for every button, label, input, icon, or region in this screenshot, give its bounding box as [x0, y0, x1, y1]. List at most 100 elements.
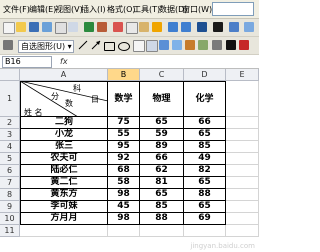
cell-chemistry[interactable]: 66	[184, 117, 226, 129]
cell-physics[interactable]: 59	[140, 129, 184, 141]
help-search-box[interactable]	[212, 2, 254, 16]
cell-physics[interactable]: 89	[140, 141, 184, 153]
menu-file[interactable]: 文件(F)	[3, 4, 30, 15]
menu-format[interactable]: 格式(O)	[107, 4, 136, 15]
cell-math[interactable]: 98	[108, 189, 140, 201]
cell-chemistry[interactable]: 65	[184, 129, 226, 141]
cell-chemistry[interactable]: 49	[184, 153, 226, 165]
draw-icon[interactable]	[3, 40, 13, 50]
format-painter-icon[interactable]	[152, 22, 162, 32]
cell-math[interactable]: 92	[108, 153, 140, 165]
column-header-c[interactable]: C	[140, 69, 184, 81]
cell-math[interactable]: 98	[108, 213, 140, 225]
cell-math[interactable]: 58	[108, 177, 140, 189]
cell-empty[interactable]	[226, 141, 259, 153]
header-math[interactable]: 数学	[108, 81, 140, 117]
row-header-3[interactable]: 3	[0, 129, 20, 141]
cell-name[interactable]: 黄二仁	[20, 177, 108, 189]
menu-edit[interactable]: 编辑(E)	[29, 4, 56, 15]
rectangle-icon[interactable]	[104, 42, 115, 51]
autosum-icon[interactable]	[213, 22, 223, 32]
wordart-icon[interactable]	[159, 40, 169, 50]
cell-name[interactable]: 农夫可	[20, 153, 108, 165]
line-color-icon[interactable]	[226, 40, 236, 50]
cell-empty[interactable]	[226, 201, 259, 213]
cell-c11[interactable]	[140, 225, 184, 237]
cell-chemistry[interactable]: 88	[184, 189, 226, 201]
cell-b11[interactable]	[108, 225, 140, 237]
cell-empty[interactable]	[226, 213, 259, 225]
cell-chemistry[interactable]: 69	[184, 213, 226, 225]
row-header-1[interactable]: 1	[0, 81, 20, 117]
spelling-icon[interactable]	[84, 22, 94, 32]
menu-window[interactable]: 窗口(W)	[182, 4, 212, 15]
cell-a11[interactable]	[20, 225, 108, 237]
cell-e1[interactable]	[226, 81, 259, 117]
cell-physics[interactable]: 62	[140, 165, 184, 177]
chart-wizard-icon[interactable]	[244, 22, 254, 32]
paste-icon[interactable]	[139, 22, 149, 32]
cut-icon[interactable]	[113, 22, 123, 32]
cell-name[interactable]: 二狗	[20, 117, 108, 129]
row-header-2[interactable]: 2	[0, 117, 20, 129]
cell-chemistry[interactable]: 65	[184, 177, 226, 189]
cell-empty[interactable]	[226, 189, 259, 201]
cell-physics[interactable]: 65	[140, 189, 184, 201]
cell-physics[interactable]: 65	[140, 117, 184, 129]
fill-color-icon[interactable]	[212, 40, 222, 50]
cell-empty[interactable]	[226, 153, 259, 165]
cell-math[interactable]: 95	[108, 141, 140, 153]
column-header-b[interactable]: B	[108, 69, 140, 81]
line-icon[interactable]	[78, 40, 88, 50]
cell-physics[interactable]: 66	[140, 153, 184, 165]
row-header-4[interactable]: 4	[0, 141, 20, 153]
cell-physics[interactable]: 85	[140, 201, 184, 213]
cell-physics[interactable]: 88	[140, 213, 184, 225]
cell-name[interactable]: 张三	[20, 141, 108, 153]
cell-chemistry[interactable]: 65	[184, 201, 226, 213]
cell-empty[interactable]	[226, 165, 259, 177]
cell-math[interactable]: 55	[108, 129, 140, 141]
cell-chemistry[interactable]: 85	[184, 141, 226, 153]
redo-icon[interactable]	[181, 22, 191, 32]
cell-name[interactable]: 黄东方	[20, 189, 108, 201]
print-icon[interactable]	[55, 22, 67, 34]
header-physics[interactable]: 物理	[140, 81, 184, 117]
arrow-icon[interactable]	[91, 40, 101, 50]
function-icon[interactable]: fx	[60, 56, 68, 67]
cell-math[interactable]: 68	[108, 165, 140, 177]
new-icon[interactable]	[3, 22, 15, 34]
menu-tools[interactable]: 工具(T)	[133, 4, 160, 15]
cell-empty[interactable]	[226, 129, 259, 141]
row-header-7[interactable]: 7	[0, 177, 20, 189]
picture-icon[interactable]	[198, 40, 208, 50]
name-box[interactable]: B16	[2, 56, 52, 68]
cell-name[interactable]: 小龙	[20, 129, 108, 141]
select-all-corner[interactable]	[0, 69, 20, 81]
copy-icon[interactable]	[126, 22, 138, 34]
font-color-icon[interactable]	[239, 40, 249, 50]
cell-name[interactable]: 方月月	[20, 213, 108, 225]
row-header-6[interactable]: 6	[0, 165, 20, 177]
research-icon[interactable]	[97, 22, 107, 32]
header-chemistry[interactable]: 化学	[184, 81, 226, 117]
autoshape-dropdown[interactable]: 自选图形(U) ▾	[18, 40, 74, 53]
menu-view[interactable]: 视图(V)	[55, 4, 83, 15]
cell-name[interactable]: 李可妹	[20, 201, 108, 213]
permission-icon[interactable]	[42, 22, 52, 32]
oval-icon[interactable]	[118, 42, 130, 51]
hyperlink-icon[interactable]	[197, 22, 207, 32]
row-header-9[interactable]: 9	[0, 201, 20, 213]
undo-icon[interactable]	[168, 22, 178, 32]
row-header-8[interactable]: 8	[0, 189, 20, 201]
cell-empty[interactable]	[226, 117, 259, 129]
vertical-textbox-icon[interactable]	[146, 40, 158, 52]
column-header-d[interactable]: D	[184, 69, 226, 81]
row-header-10[interactable]: 10	[0, 213, 20, 225]
clipart-icon[interactable]	[185, 40, 195, 50]
menu-insert[interactable]: 插入(I)	[81, 4, 106, 15]
cell-empty[interactable]	[226, 177, 259, 189]
diagram-icon[interactable]	[172, 40, 182, 50]
cell-math[interactable]: 75	[108, 117, 140, 129]
sort-icon[interactable]	[229, 22, 239, 32]
